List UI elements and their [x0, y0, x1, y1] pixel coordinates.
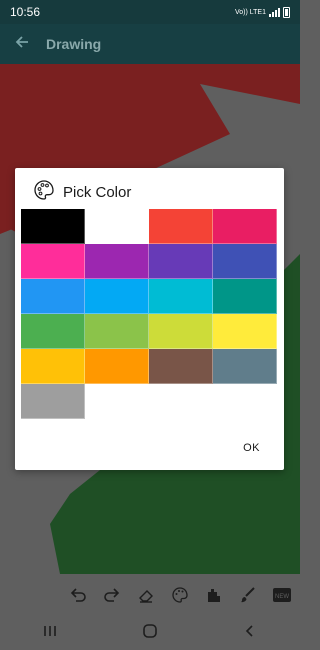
status-time: 10:56 [10, 5, 41, 19]
arrow-back-icon[interactable] [4, 34, 40, 55]
eraser-icon[interactable] [134, 583, 158, 607]
color-swatch[interactable] [85, 244, 149, 279]
undo-icon[interactable] [66, 583, 90, 607]
new-canvas-label: NEW [275, 594, 289, 600]
palette-icon [33, 179, 55, 206]
fill-icon[interactable] [202, 583, 226, 607]
signal-icon [269, 7, 280, 17]
app-bar: Drawing [0, 24, 300, 64]
color-swatch[interactable] [213, 279, 277, 314]
color-swatch[interactable] [85, 279, 149, 314]
status-bar: 10:56 Vo)) LTE1 [0, 0, 300, 24]
pick-color-dialog: Pick Color OK [15, 168, 284, 470]
bottom-toolbar: NEW [0, 574, 300, 616]
palette-icon[interactable] [168, 583, 192, 607]
color-swatch[interactable] [21, 279, 85, 314]
nav-back-icon[interactable] [242, 623, 258, 644]
color-swatch[interactable] [213, 349, 277, 384]
color-swatch[interactable] [21, 314, 85, 349]
app-title: Drawing [46, 36, 102, 52]
color-swatch[interactable] [85, 209, 149, 244]
color-palette-grid [21, 209, 279, 419]
system-nav-bar [0, 616, 300, 650]
color-swatch[interactable] [21, 244, 85, 279]
color-swatch[interactable] [149, 349, 213, 384]
color-swatch[interactable] [149, 209, 213, 244]
color-swatch[interactable] [21, 209, 85, 244]
dialog-header: Pick Color [33, 179, 132, 206]
color-swatch[interactable] [149, 279, 213, 314]
redo-icon[interactable] [100, 583, 124, 607]
ok-button[interactable]: OK [243, 442, 260, 454]
color-swatch[interactable] [21, 349, 85, 384]
color-swatch[interactable] [149, 244, 213, 279]
color-swatch[interactable] [85, 349, 149, 384]
color-swatch[interactable] [85, 314, 149, 349]
battery-icon [283, 6, 290, 18]
brush-icon[interactable] [236, 583, 260, 607]
color-swatch[interactable] [213, 314, 277, 349]
status-icons: Vo)) LTE1 [235, 6, 290, 18]
new-canvas-icon[interactable]: NEW [270, 583, 294, 607]
color-swatch[interactable] [149, 314, 213, 349]
network-label: Vo)) LTE1 [235, 8, 266, 16]
color-swatch[interactable] [213, 244, 277, 279]
color-swatch[interactable] [213, 209, 277, 244]
dialog-title: Pick Color [63, 183, 132, 201]
color-swatch[interactable] [21, 384, 85, 419]
recent-apps-icon[interactable] [42, 623, 58, 644]
home-icon[interactable] [142, 623, 158, 644]
